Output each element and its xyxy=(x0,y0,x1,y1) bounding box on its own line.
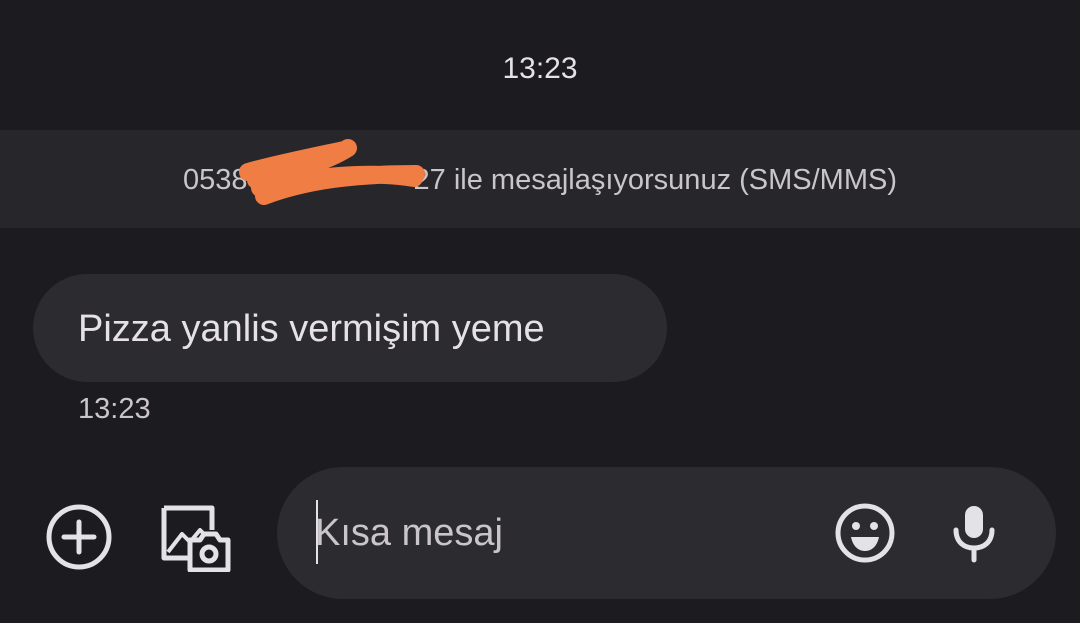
message-composer[interactable] xyxy=(277,467,1056,599)
gallery-camera-button[interactable] xyxy=(160,500,232,572)
conversation-date-header: 13:23 xyxy=(502,52,578,85)
attach-plus-button[interactable] xyxy=(44,502,114,572)
sms-info-banner: 0538 27 ile mesajlaşıyorsunuz (SMS/MMS) xyxy=(0,130,1080,228)
message-timestamp: 13:23 xyxy=(78,393,151,425)
gallery-camera-icon xyxy=(161,505,231,572)
plus-circle-icon xyxy=(46,504,112,570)
redaction-scribble xyxy=(239,139,425,205)
message-bubble[interactable]: Pizza yanlis vermişim yeme xyxy=(33,274,667,382)
info-banner-text: 0538 27 ile mesajlaşıyorsunuz (SMS/MMS) xyxy=(0,164,1080,197)
emoji-button[interactable] xyxy=(834,502,896,564)
message-text: Pizza yanlis vermişim yeme xyxy=(78,308,545,350)
microphone-icon xyxy=(953,506,995,563)
message-input[interactable] xyxy=(315,503,795,563)
info-banner-message: ile mesajlaşıyorsunuz (SMS/MMS) xyxy=(445,164,897,196)
voice-input-button[interactable] xyxy=(949,502,999,564)
emoji-icon xyxy=(835,503,895,563)
text-cursor xyxy=(316,500,318,564)
